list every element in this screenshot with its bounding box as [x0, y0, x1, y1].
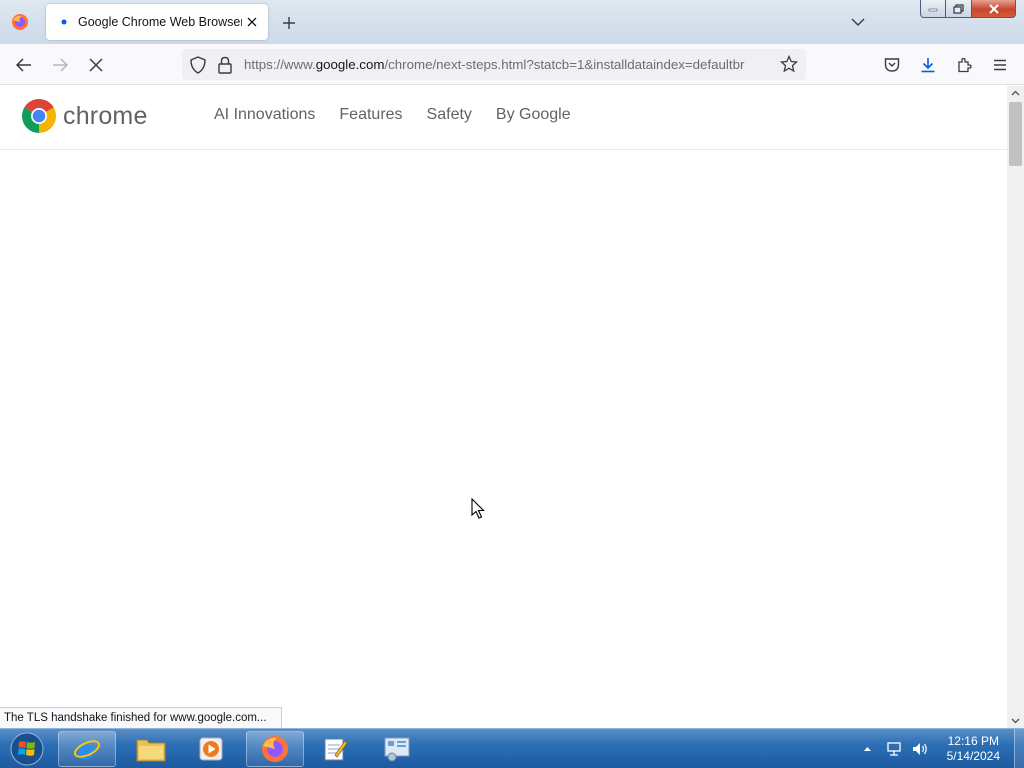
url-text[interactable]: https://www. google.com/chrome/next-steps… — [244, 49, 772, 80]
windows-orb-icon — [10, 732, 44, 766]
volume-icon[interactable] — [909, 738, 931, 760]
system-tray: 12:16 PM 5/14/2024 — [853, 729, 1024, 768]
internet-explorer-icon: e — [73, 736, 101, 764]
scroll-thumb[interactable] — [1009, 102, 1022, 166]
nav-safety[interactable]: Safety — [427, 106, 472, 124]
media-player-icon — [199, 737, 223, 761]
control-panel-icon — [384, 737, 410, 762]
start-button[interactable] — [2, 730, 52, 768]
nav-features[interactable]: Features — [339, 106, 402, 124]
site-nav: AI Innovations Features Safety By Google — [214, 106, 595, 124]
taskbar-notepad[interactable] — [306, 731, 364, 767]
firefox-icon — [262, 736, 288, 762]
tracking-shield-icon[interactable] — [189, 56, 207, 79]
hamburger-menu-icon[interactable] — [986, 52, 1014, 78]
taskbar-file-explorer[interactable] — [122, 731, 180, 767]
forward-arrow-icon[interactable] — [46, 52, 74, 78]
taskbar-clock[interactable]: 12:16 PM 5/14/2024 — [947, 734, 1000, 764]
folder-icon — [136, 739, 166, 762]
close-window-button[interactable] — [972, 0, 1016, 18]
taskbar-media-player[interactable] — [182, 731, 240, 767]
status-bar: The TLS handshake finished for www.googl… — [0, 707, 282, 728]
notepad-icon — [324, 738, 348, 761]
bookmark-star-icon[interactable] — [779, 54, 799, 78]
loading-dot-icon — [56, 14, 72, 30]
new-tab-icon[interactable] — [278, 12, 300, 34]
chrome-logo[interactable]: chrome — [21, 98, 148, 134]
restore-button[interactable] — [946, 0, 972, 18]
tab-strip: Google Chrome Web Browser — [0, 0, 1024, 44]
nav-ai-innovations[interactable]: AI Innovations — [214, 106, 315, 124]
minimize-button[interactable] — [920, 0, 946, 18]
url-bar[interactable]: https://www. google.com/chrome/next-steps… — [182, 49, 806, 80]
clock-time: 12:16 PM — [947, 734, 999, 748]
tab-title: Google Chrome Web Browser — [78, 15, 242, 29]
close-tab-icon[interactable] — [242, 12, 262, 32]
nav-by-google[interactable]: By Google — [496, 106, 571, 124]
windows-taskbar: e 12:16 PM 5/14/2024 — [0, 728, 1024, 768]
scroll-up-arrow-icon[interactable] — [1007, 86, 1024, 100]
page-scrollbar[interactable] — [1007, 86, 1024, 728]
chrome-logo-icon — [22, 99, 56, 133]
show-desktop-button[interactable] — [1014, 729, 1024, 768]
url-host: google.com — [315, 57, 385, 72]
lock-icon[interactable] — [217, 56, 233, 79]
tab-google-chrome[interactable]: Google Chrome Web Browser — [46, 4, 268, 40]
stop-loading-icon[interactable] — [82, 52, 110, 78]
site-header: chrome AI Innovations Features Safety By… — [0, 86, 1007, 150]
chrome-wordmark: chrome — [63, 101, 148, 130]
navigation-toolbar: https://www. google.com/chrome/next-steps… — [0, 44, 1024, 85]
url-prefix: https://www. — [244, 57, 316, 72]
window-controls — [920, 0, 1016, 18]
taskbar-control-panel[interactable] — [368, 731, 426, 767]
show-hidden-icons-icon[interactable] — [857, 738, 879, 760]
clock-date: 5/14/2024 — [946, 749, 1000, 763]
taskbar-firefox[interactable] — [246, 731, 304, 767]
network-icon[interactable] — [883, 738, 905, 760]
web-page: chrome AI Innovations Features Safety By… — [0, 86, 1007, 728]
scroll-down-arrow-icon[interactable] — [1007, 714, 1024, 728]
url-path: /chrome/next-steps.html?statcb=1&install… — [384, 57, 745, 72]
svg-text:e: e — [78, 736, 95, 764]
list-all-tabs-icon[interactable] — [847, 12, 869, 32]
pocket-icon[interactable] — [878, 52, 906, 78]
mouse-cursor-icon — [471, 497, 485, 520]
downloads-icon[interactable] — [914, 52, 942, 78]
back-arrow-icon[interactable] — [10, 52, 38, 78]
taskbar-internet-explorer[interactable]: e — [58, 731, 116, 767]
extensions-icon[interactable] — [950, 52, 978, 78]
firefox-view-icon[interactable] — [0, 0, 40, 44]
